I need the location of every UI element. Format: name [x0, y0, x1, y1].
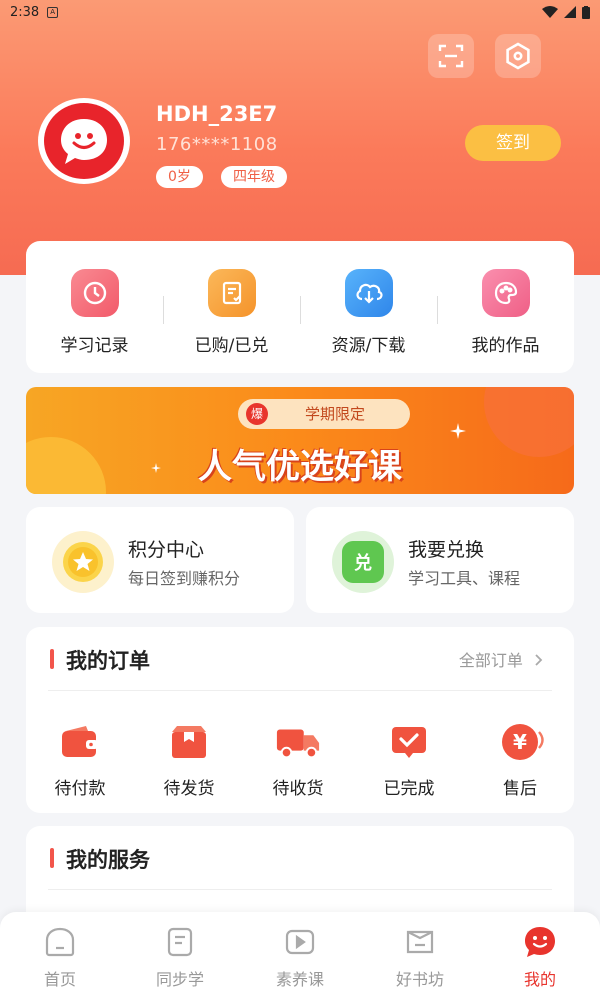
age-tag: 0岁 [156, 166, 203, 188]
tab-mine[interactable]: 我的 [480, 924, 600, 990]
order-label: 已完成 [383, 779, 435, 799]
status-icons [542, 5, 590, 19]
exchange-title: 我要兑换 [408, 539, 485, 561]
tab-sync-study[interactable]: 同步学 [120, 924, 240, 990]
sim-icon: A [47, 6, 59, 18]
sparkle-icon [450, 423, 466, 439]
quick-resources[interactable]: 资源/下载 [300, 269, 437, 356]
phone-number: 176****1108 [156, 134, 278, 155]
quick-study-record[interactable]: 学习记录 [26, 269, 163, 356]
tab-label: 素养课 [275, 970, 324, 989]
chevron-right-icon [535, 654, 543, 666]
grade-tag: 四年级 [221, 166, 287, 188]
all-orders-link[interactable]: 全部订单 [459, 647, 544, 671]
package-icon [166, 722, 212, 762]
quick-actions-card: 学习记录 已购/已兑 资源/下载 我的作品 [26, 241, 574, 373]
username: HDH_23E7 [156, 102, 278, 126]
bookstore-icon [402, 924, 438, 960]
settings-button[interactable] [495, 34, 541, 78]
points-center-card[interactable]: 积分中心 每日签到赚积分 [26, 507, 294, 613]
order-completed[interactable]: 已完成 [365, 722, 453, 799]
promo-headline: 人气优选好课 [198, 447, 402, 487]
hexagon-settings-icon [506, 42, 530, 70]
wallet-icon [57, 722, 103, 762]
order-after-sales[interactable]: ¥ 售后 [476, 722, 564, 799]
check-box-icon [386, 722, 432, 762]
receipt-icon [207, 269, 256, 317]
order-label: 待收货 [272, 779, 324, 799]
cloud-download-icon [344, 269, 393, 317]
star-coin-icon [52, 531, 114, 593]
order-pending-receipt[interactable]: 待收货 [254, 722, 342, 799]
order-label: 售后 [503, 779, 537, 799]
orders-card: 我的订单 全部订单 待付款 待发货 待收货 已完成 ¥ 售后 [26, 627, 574, 813]
quick-purchased[interactable]: 已购/已兑 [163, 269, 300, 356]
tab-literacy-course[interactable]: 素养课 [240, 924, 360, 990]
tab-label: 首页 [43, 970, 76, 989]
quick-label: 我的作品 [471, 336, 540, 356]
avatar[interactable] [38, 98, 130, 184]
orders-title: 我的订单 [50, 645, 150, 675]
status-bar: 2:38 A [0, 0, 600, 24]
battery-icon [582, 5, 590, 19]
tab-label: 好书坊 [395, 970, 444, 989]
scan-icon [438, 44, 464, 68]
all-orders-label: 全部订单 [458, 651, 523, 670]
points-title: 积分中心 [128, 539, 205, 561]
exchange-subtitle: 学习工具、课程 [408, 569, 521, 588]
promo-ribbon: 爆 学期限定 [238, 399, 410, 429]
order-pending-payment[interactable]: 待付款 [36, 722, 124, 799]
tab-label: 同步学 [155, 970, 204, 989]
truck-icon [275, 722, 321, 762]
points-subtitle: 每日签到赚积分 [128, 569, 241, 588]
bottom-tab-bar: 首页 同步学 素养课 好书坊 我的 [0, 912, 600, 1000]
services-title: 我的服务 [50, 844, 150, 874]
quick-label: 学习记录 [60, 336, 129, 356]
status-time: 2:38 [10, 4, 40, 20]
smiley-chat-icon [61, 119, 107, 164]
tab-home[interactable]: 首页 [0, 924, 120, 990]
wifi-icon [542, 6, 558, 18]
profile-chat-icon [522, 924, 558, 960]
exchange-glyph: 兑 [354, 553, 372, 574]
ribbon-text: 学期限定 [304, 405, 365, 423]
scan-button[interactable] [428, 34, 474, 78]
home-icon [42, 924, 78, 960]
order-label: 待付款 [54, 779, 106, 799]
quick-label: 资源/下载 [331, 336, 406, 356]
clock-icon [70, 269, 119, 317]
divider [48, 690, 552, 691]
exchange-icon: 兑 [332, 531, 394, 593]
exchange-card[interactable]: 兑 我要兑换 学习工具、课程 [306, 507, 574, 613]
order-pending-shipment[interactable]: 待发货 [145, 722, 233, 799]
tab-bookstore[interactable]: 好书坊 [360, 924, 480, 990]
signal-icon [564, 6, 576, 18]
checkin-button[interactable]: 签到 [465, 125, 561, 161]
hot-badge: 爆 [246, 403, 268, 425]
book-icon [162, 924, 198, 960]
yen-refund-icon: ¥ [497, 722, 544, 762]
video-icon [282, 924, 318, 960]
order-label: 待发货 [163, 779, 215, 799]
quick-label: 已购/已兑 [194, 336, 269, 356]
quick-my-works[interactable]: 我的作品 [437, 269, 574, 356]
palette-icon [481, 269, 530, 317]
promo-banner[interactable]: 爆 学期限定 人气优选好课 [26, 387, 574, 494]
yen-glyph: ¥ [513, 730, 527, 754]
tab-label: 我的 [523, 970, 556, 989]
divider [48, 889, 552, 890]
